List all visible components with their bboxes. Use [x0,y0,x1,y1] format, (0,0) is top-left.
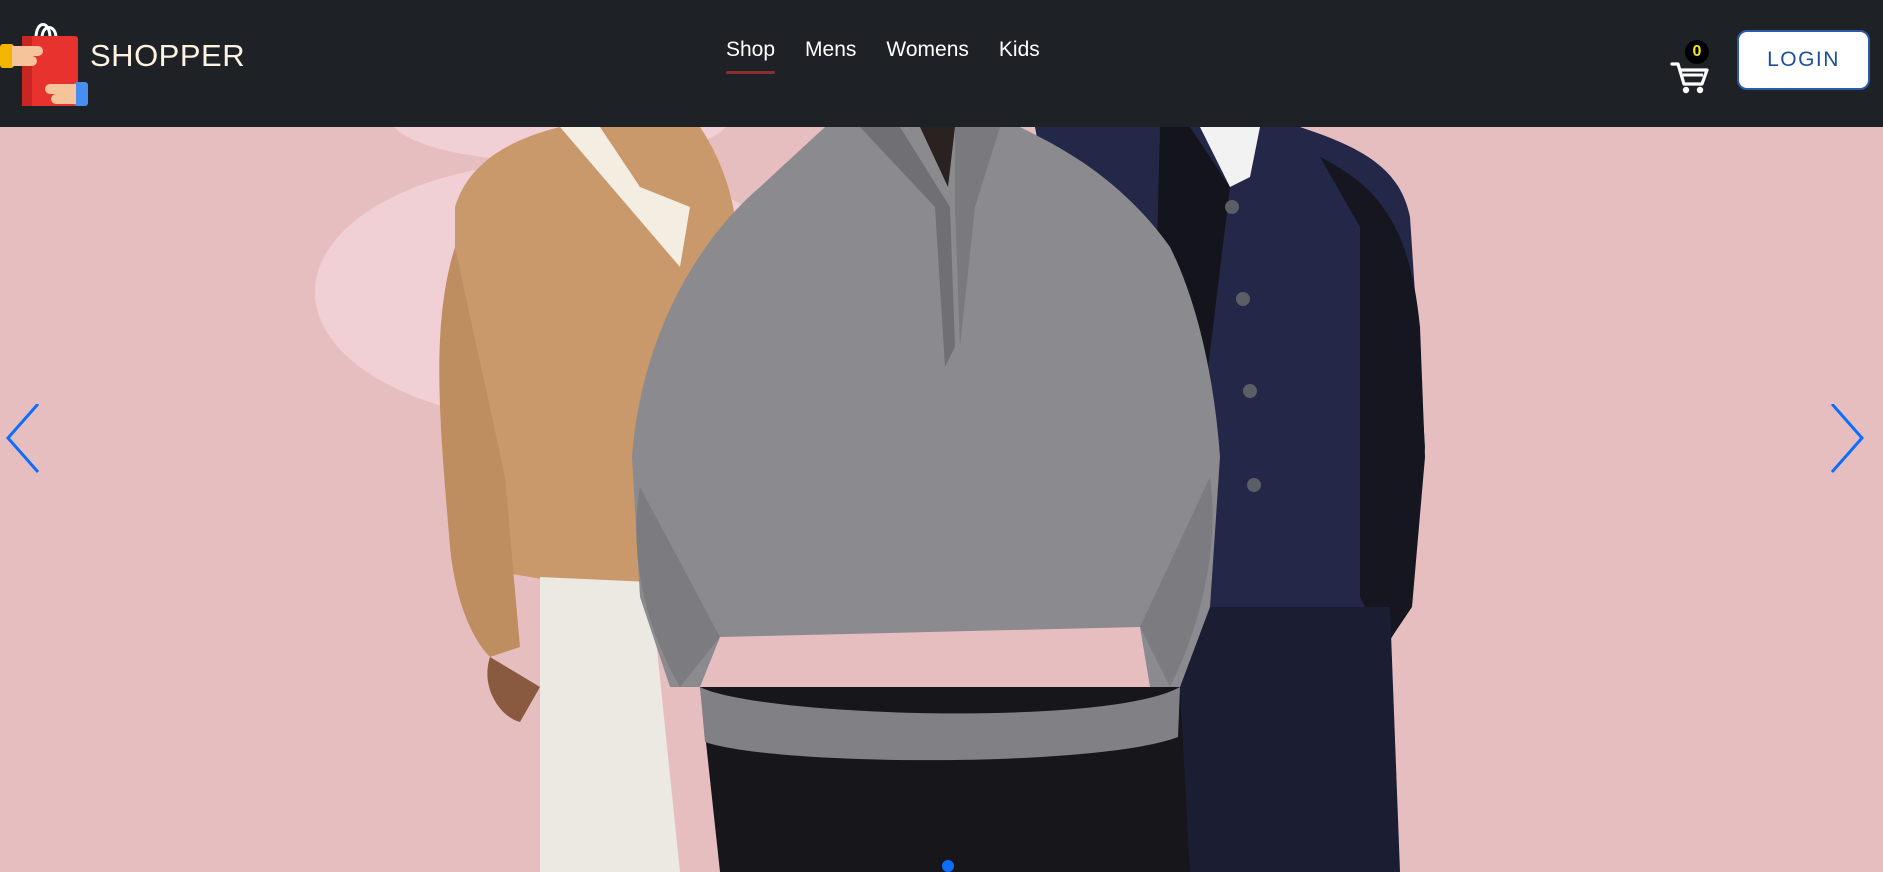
carousel-indicator-1[interactable] [942,860,954,872]
shopping-bag-hands-icon[interactable] [0,12,92,108]
nav-link-shop[interactable]: Shop [726,38,776,74]
carousel-next-button[interactable] [1826,403,1870,474]
login-button[interactable]: LOGIN [1737,30,1870,90]
hero-image [0,127,1883,872]
navbar: SHOPPER Shop Mens Womens Kids [0,0,1883,127]
main-nav: Shop Mens Womens Kids [726,38,1040,74]
carousel-prev-button[interactable] [0,403,44,474]
nav-link-kids[interactable]: Kids [999,38,1040,62]
hero-carousel [0,127,1883,872]
nav-link-mens[interactable]: Mens [805,38,856,62]
chevron-left-icon [5,403,40,473]
brand-name[interactable]: SHOPPER [90,38,245,74]
cart-count-badge: 0 [1685,40,1709,64]
nav-link-womens[interactable]: Womens [886,38,968,62]
chevron-right-icon [1830,403,1865,473]
